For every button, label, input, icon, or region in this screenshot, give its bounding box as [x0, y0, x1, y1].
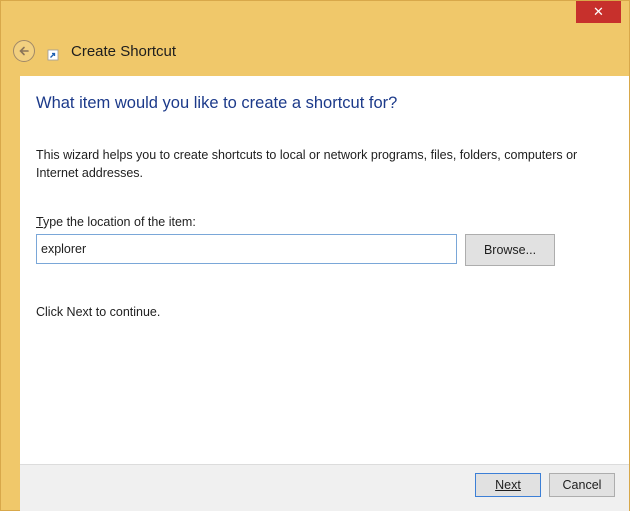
- wizard-description: This wizard helps you to create shortcut…: [36, 148, 578, 180]
- wizard-content: What item would you like to create a sho…: [20, 76, 629, 464]
- close-button[interactable]: ✕: [576, 1, 621, 23]
- create-shortcut-window: ✕ Create Shortcut What item would you li…: [0, 0, 630, 511]
- wizard-header: Create Shortcut: [1, 31, 629, 76]
- back-arrow-icon: [19, 46, 29, 56]
- next-button-label: Next: [495, 478, 521, 492]
- next-button[interactable]: Next: [475, 473, 541, 497]
- window-title: Create Shortcut: [71, 43, 177, 60]
- page-heading: What item would you like to create a sho…: [36, 94, 398, 112]
- shortcut-arrow-icon: [47, 49, 59, 61]
- cancel-button-label: Cancel: [562, 478, 602, 492]
- continue-hint: Click Next to continue.: [36, 305, 161, 319]
- back-button[interactable]: [13, 40, 35, 62]
- browse-button-label: Browse...: [483, 243, 537, 257]
- wizard-footer: Next Cancel: [20, 464, 629, 511]
- location-label-text: ype the location of the item:: [42, 215, 196, 229]
- browse-button[interactable]: Browse...: [465, 234, 555, 266]
- close-icon: ✕: [593, 4, 604, 20]
- cancel-button[interactable]: Cancel: [549, 473, 615, 497]
- location-label: Type the location of the item:: [36, 215, 196, 229]
- location-input[interactable]: [36, 234, 457, 264]
- location-label-mnemonic: T: [36, 215, 43, 229]
